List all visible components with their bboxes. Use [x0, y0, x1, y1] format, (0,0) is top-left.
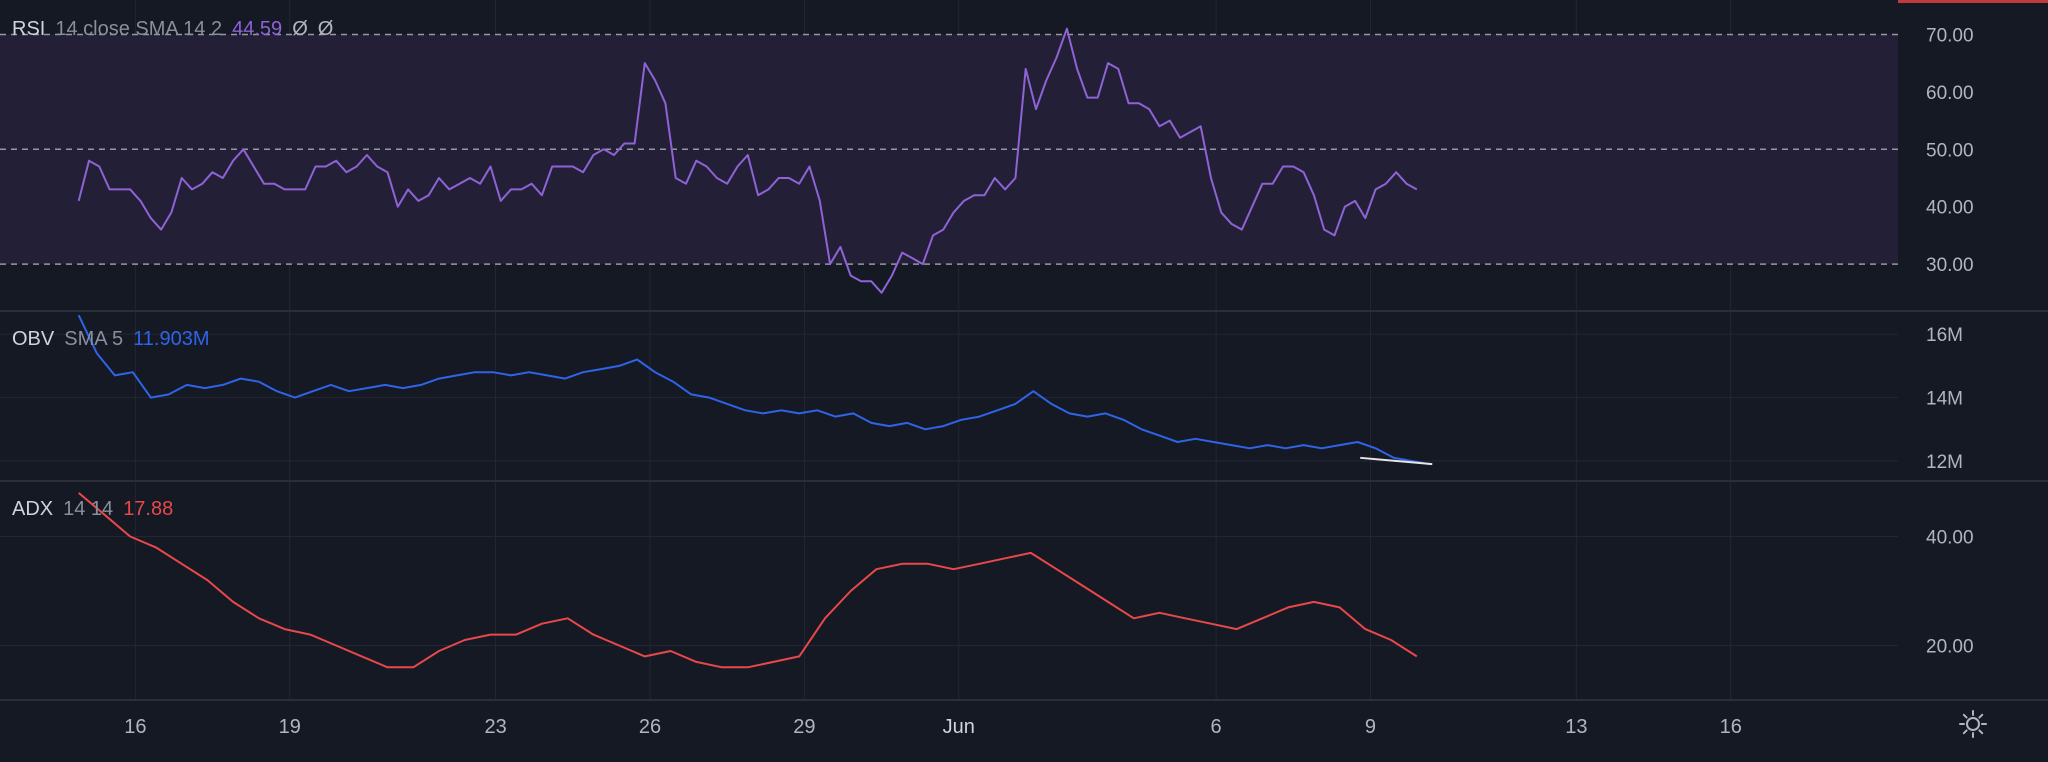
obv-y-tick-label-2: 12M: [1926, 452, 1963, 473]
time-axis-label-9: 16: [1720, 716, 1742, 738]
time-axis-label-1: 19: [279, 716, 301, 738]
rsi-legend[interactable]: RSI 14 close SMA 14 2 44.59 Ø Ø: [12, 18, 343, 41]
adx-y-tick-label-0: 40.00: [1926, 528, 1974, 549]
time-axis-label-5: Jun: [943, 716, 975, 738]
time-axis-label-3: 26: [639, 716, 661, 738]
time-axis-label-2: 23: [484, 716, 506, 738]
adx-legend-params: 14 14: [63, 498, 114, 520]
gear-icon: [1959, 710, 1987, 738]
time-axis-label-8: 13: [1565, 716, 1587, 738]
adx-legend-name: ADX: [12, 498, 54, 520]
adx-legend[interactable]: ADX 14 14 17.88: [12, 498, 183, 521]
rsi-legend-name: RSI: [12, 18, 46, 40]
rsi-y-tick-label-2: 50.00: [1926, 140, 1974, 161]
rsi-legend-null-1: Ø: [292, 18, 308, 40]
rsi-y-tick-label-0: 70.00: [1926, 25, 1974, 46]
settings-button[interactable]: [1958, 709, 1988, 739]
time-axis-label-4: 29: [793, 716, 815, 738]
time-axis-label-7: 9: [1365, 716, 1376, 738]
rsi-y-tick-label-1: 60.00: [1926, 83, 1974, 104]
time-axis-label-0: 16: [124, 716, 146, 738]
indicator-chart[interactable]: 70.00 60.00 50.00 40.00 30.00 16M 14M 12M 40.00 2…: [0, 0, 2048, 762]
obv-y-tick-label-1: 14M: [1926, 389, 1963, 410]
adx-y-tick-label-1: 20.00: [1926, 637, 1974, 658]
rsi-legend-params: 14 close SMA 14 2: [55, 18, 223, 40]
rsi-legend-value: 44.59: [232, 18, 283, 40]
obv-legend-name: OBV: [12, 328, 55, 350]
adx-legend-value: 17.88: [123, 498, 174, 520]
rsi-legend-null-2: Ø: [317, 18, 334, 40]
chart-window: 70.00 60.00 50.00 40.00 30.00 16M 14M 12M 40.00 2…: [0, 0, 2048, 762]
obv-legend-value: 11.903M: [133, 328, 210, 350]
price-scale-tab: [1898, 0, 2048, 3]
obv-legend[interactable]: OBV SMA 5 11.903M: [12, 328, 220, 351]
obv-legend-params: SMA 5: [64, 328, 124, 350]
rsi-y-tick-label-4: 30.00: [1926, 255, 1974, 276]
time-axis-label-6: 6: [1211, 716, 1222, 738]
obv-y-tick-label-0: 16M: [1926, 325, 1963, 346]
rsi-y-tick-label-3: 40.00: [1926, 198, 1974, 219]
